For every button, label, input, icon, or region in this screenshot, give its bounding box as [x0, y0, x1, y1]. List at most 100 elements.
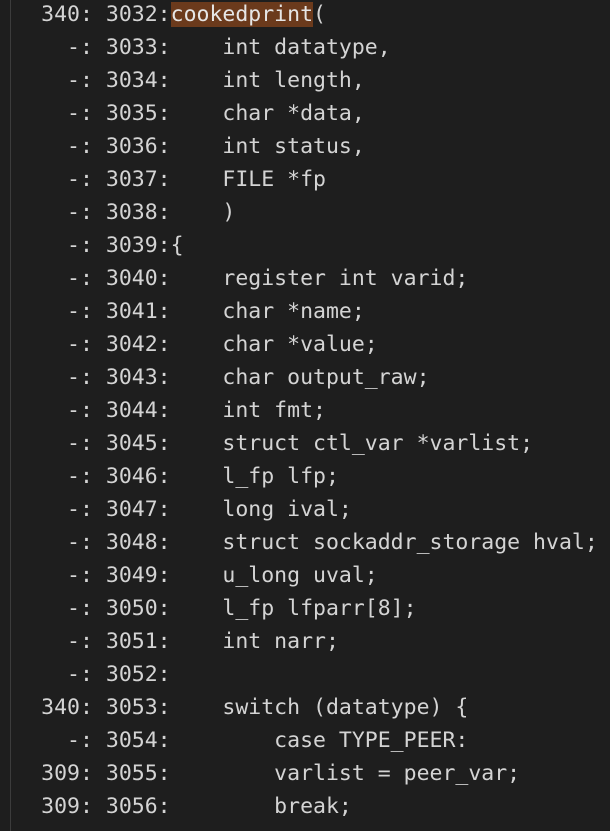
code-line[interactable]: -: 3050: l_fp lfparr[8];: [0, 592, 610, 625]
separator: :: [80, 365, 106, 390]
source-code: char *value;: [170, 332, 378, 357]
source-code: struct sockaddr_storage hval;: [170, 530, 598, 555]
separator: :: [157, 266, 171, 291]
code-line[interactable]: -: 3048: struct sockaddr_storage hval;: [0, 526, 610, 559]
code-line[interactable]: -: 3036: int status,: [0, 130, 610, 163]
source-code: l_fp lfp;: [170, 464, 339, 489]
separator: :: [157, 233, 171, 258]
code-line[interactable]: -: 3034: int length,: [0, 64, 610, 97]
code-line[interactable]: -: 3042: char *value;: [0, 328, 610, 361]
line-number: 3043: [105, 365, 158, 390]
separator: :: [157, 2, 171, 27]
separator: :: [80, 266, 106, 291]
separator: :: [80, 695, 106, 720]
execution-count: -: [67, 563, 80, 588]
separator: :: [80, 728, 106, 753]
execution-count: -: [67, 299, 80, 324]
execution-count: -: [67, 332, 80, 357]
execution-count: -: [67, 101, 80, 126]
separator: :: [157, 530, 171, 555]
execution-count: -: [67, 431, 80, 456]
code-line[interactable]: -: 3044: int fmt;: [0, 394, 610, 427]
code-line[interactable]: -: 3049: u_long uval;: [0, 559, 610, 592]
code-line[interactable]: -: 3033: int datatype,: [0, 31, 610, 64]
separator: :: [80, 629, 106, 654]
code-line[interactable]: -: 3039:{: [0, 229, 610, 262]
separator: :: [80, 563, 106, 588]
source-code: int fmt;: [170, 398, 326, 423]
line-number: 3040: [105, 266, 158, 291]
line-number: 3047: [105, 497, 158, 522]
separator: :: [157, 332, 171, 357]
code-line[interactable]: -: 3038: ): [0, 196, 610, 229]
line-number: 3039: [105, 233, 158, 258]
separator: :: [157, 431, 171, 456]
line-number: 3032: [105, 2, 158, 27]
execution-count: -: [67, 398, 80, 423]
separator: :: [157, 299, 171, 324]
source-code: case TYPE_PEER:: [170, 728, 469, 753]
execution-count: 340: [41, 695, 80, 720]
code-line[interactable]: -: 3041: char *name;: [0, 295, 610, 328]
code-line[interactable]: -: 3037: FILE *fp: [0, 163, 610, 196]
line-number: 3050: [105, 596, 158, 621]
source-code: int status,: [170, 134, 365, 159]
code-line[interactable]: -: 3045: struct ctl_var *varlist;: [0, 427, 610, 460]
source-code: int length,: [170, 68, 365, 93]
line-number: 3034: [105, 68, 158, 93]
execution-count: -: [67, 200, 80, 225]
execution-count: -: [67, 167, 80, 192]
separator: :: [80, 167, 106, 192]
line-number: 3038: [105, 200, 158, 225]
code-line[interactable]: -: 3052:: [0, 658, 610, 691]
source-code: {: [170, 233, 184, 258]
line-number: 3044: [105, 398, 158, 423]
execution-count: -: [67, 68, 80, 93]
code-line[interactable]: -: 3054: case TYPE_PEER:: [0, 724, 610, 757]
separator: :: [80, 200, 106, 225]
separator: :: [157, 662, 171, 687]
separator: :: [80, 233, 106, 258]
execution-count: -: [67, 266, 80, 291]
source-code: struct ctl_var *varlist;: [170, 431, 534, 456]
code-line[interactable]: -: 3046: l_fp lfp;: [0, 460, 610, 493]
line-number: 3054: [105, 728, 158, 753]
execution-count: -: [67, 530, 80, 555]
execution-count: 340: [41, 2, 80, 27]
separator: :: [80, 497, 106, 522]
separator: :: [157, 761, 171, 786]
code-line[interactable]: -: 3035: char *data,: [0, 97, 610, 130]
line-number: 3056: [105, 794, 158, 819]
separator: :: [80, 134, 106, 159]
line-number: 3045: [105, 431, 158, 456]
code-line[interactable]: 309: 3056: break;: [0, 790, 610, 823]
line-number: 3055: [105, 761, 158, 786]
separator: :: [157, 794, 171, 819]
execution-count: -: [67, 233, 80, 258]
source-code: int narr;: [170, 629, 339, 654]
code-line[interactable]: 340: 3053: switch (datatype) {: [0, 691, 610, 724]
code-line[interactable]: -: 3047: long ival;: [0, 493, 610, 526]
separator: :: [157, 497, 171, 522]
source-code: break;: [170, 794, 352, 819]
highlighted-function-name[interactable]: cookedprint: [170, 2, 314, 27]
code-line[interactable]: 309: 3055: varlist = peer_var;: [0, 757, 610, 790]
separator: :: [157, 398, 171, 423]
execution-count: -: [67, 497, 80, 522]
code-line[interactable]: -: 3051: int narr;: [0, 625, 610, 658]
source-code: l_fp lfparr[8];: [170, 596, 417, 621]
separator: :: [80, 101, 106, 126]
separator: :: [80, 530, 106, 555]
separator: :: [80, 464, 106, 489]
line-number: 3053: [105, 695, 158, 720]
execution-count: -: [67, 629, 80, 654]
execution-count: -: [67, 134, 80, 159]
separator: :: [80, 299, 106, 324]
code-line[interactable]: -: 3043: char output_raw;: [0, 361, 610, 394]
separator: :: [157, 35, 171, 60]
source-code: long ival;: [170, 497, 352, 522]
code-line[interactable]: -: 3040: register int varid;: [0, 262, 610, 295]
code-line[interactable]: 340: 3032:cookedprint(: [0, 0, 610, 31]
source-code: ): [170, 200, 236, 225]
separator: :: [80, 2, 106, 27]
